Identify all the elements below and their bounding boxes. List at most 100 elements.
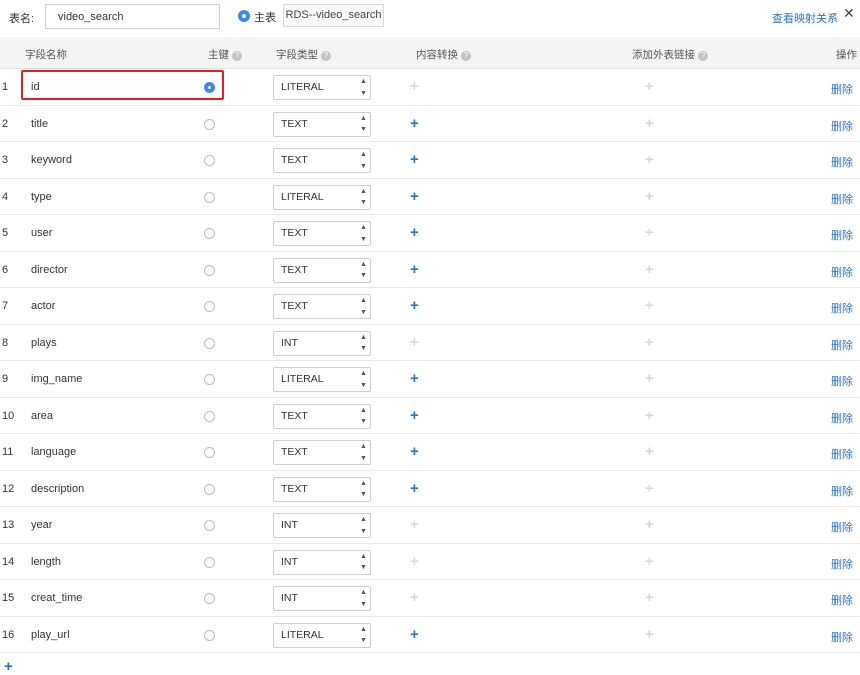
help-icon[interactable]: ? xyxy=(321,51,331,61)
field-type-select[interactable]: TEXT ▲ ▼ xyxy=(273,476,371,502)
help-icon[interactable]: ? xyxy=(461,51,471,61)
close-icon[interactable]: ✕ xyxy=(843,6,855,20)
table-row: 6 director TEXT ▲ ▼ + + 删除 xyxy=(0,252,860,288)
add-conversion-icon[interactable]: + xyxy=(410,444,419,459)
primary-key-radio[interactable] xyxy=(204,556,215,568)
primary-key-radio[interactable] xyxy=(204,155,215,166)
add-conversion-icon[interactable]: + xyxy=(410,627,419,642)
add-conversion-icon[interactable]: + xyxy=(410,189,419,204)
add-conversion-icon[interactable]: + xyxy=(410,116,419,131)
field-name[interactable]: description xyxy=(31,483,84,495)
add-conversion-icon[interactable]: + xyxy=(410,298,419,313)
field-type-select[interactable]: TEXT ▲ ▼ xyxy=(273,257,371,283)
field-name[interactable]: keyword xyxy=(31,154,72,166)
primary-key-radio[interactable] xyxy=(204,301,215,312)
table-name-input[interactable] xyxy=(45,4,220,29)
delete-button[interactable]: 删除 xyxy=(831,264,853,280)
help-icon[interactable]: ? xyxy=(698,51,708,61)
help-icon[interactable]: ? xyxy=(232,51,242,61)
row-index: 5 xyxy=(2,227,9,239)
field-name[interactable]: actor xyxy=(31,300,55,312)
field-name[interactable]: user xyxy=(31,227,52,239)
rds-source-button[interactable]: RDS--video_search xyxy=(283,4,384,27)
field-type-select[interactable]: TEXT ▲ ▼ xyxy=(273,221,371,246)
primary-key-radio[interactable] xyxy=(204,483,215,495)
row-index: 10 xyxy=(2,409,15,422)
primary-key-radio[interactable] xyxy=(204,264,215,276)
delete-button[interactable]: 删除 xyxy=(831,519,853,535)
delete-button[interactable]: 删除 xyxy=(831,337,853,353)
field-type-select[interactable]: TEXT ▲ ▼ xyxy=(273,403,371,429)
field-name[interactable]: year xyxy=(31,519,52,531)
field-type-select[interactable]: TEXT ▲ ▼ xyxy=(273,148,371,173)
field-type-select[interactable]: INT ▲ ▼ xyxy=(273,549,371,575)
field-type-select[interactable]: INT ▲ ▼ xyxy=(273,586,371,611)
chevron-down-icon[interactable]: ⌄ xyxy=(831,8,839,19)
col-header-fk: 添加外表链接? xyxy=(632,47,708,62)
select-arrows-icon: ▲ ▼ xyxy=(360,552,367,572)
row-index: 13 xyxy=(2,519,15,531)
add-conversion-icon[interactable]: + xyxy=(410,481,419,496)
add-conversion-icon[interactable]: + xyxy=(410,408,419,423)
primary-key-radio[interactable] xyxy=(204,228,215,239)
field-name[interactable]: creat_time xyxy=(31,592,82,604)
primary-key-radio[interactable] xyxy=(204,118,215,130)
add-foreign-link-icon: + xyxy=(645,370,654,387)
field-type-select[interactable]: INT ▲ ▼ xyxy=(273,513,371,538)
delete-button[interactable]: 删除 xyxy=(831,81,853,97)
primary-key-radio[interactable] xyxy=(204,593,215,604)
col-header-conversion: 内容转换? xyxy=(416,47,471,62)
add-field-icon[interactable]: + xyxy=(4,659,13,674)
select-arrows-icon: ▲ ▼ xyxy=(360,78,367,97)
add-conversion-icon[interactable]: + xyxy=(410,371,419,386)
add-foreign-link-icon: + xyxy=(645,625,654,643)
field-name[interactable]: img_name xyxy=(31,373,82,385)
table-row: 3 keyword TEXT ▲ ▼ + + 删除 xyxy=(0,142,860,179)
add-conversion-icon[interactable]: + xyxy=(410,152,419,167)
add-conversion-icon[interactable]: + xyxy=(410,225,419,240)
field-type-select[interactable]: INT ▲ ▼ xyxy=(273,330,371,356)
primary-key-radio[interactable] xyxy=(204,374,215,385)
field-name[interactable]: length xyxy=(31,556,61,568)
delete-button[interactable]: 删除 xyxy=(831,118,853,134)
delete-button[interactable]: 删除 xyxy=(831,154,853,170)
field-type-value: INT xyxy=(281,592,298,604)
delete-button[interactable]: 删除 xyxy=(831,227,853,243)
field-type-value: TEXT xyxy=(281,154,308,166)
delete-button[interactable]: 删除 xyxy=(831,373,853,389)
field-type-select[interactable]: LITERAL ▲ ▼ xyxy=(273,367,371,392)
field-name[interactable]: area xyxy=(31,410,53,422)
delete-button[interactable]: 删除 xyxy=(831,191,853,207)
primary-key-radio[interactable] xyxy=(204,337,215,349)
add-foreign-link-icon: + xyxy=(645,187,654,205)
delete-button[interactable]: 删除 xyxy=(831,592,853,608)
delete-button[interactable]: 删除 xyxy=(831,410,853,426)
delete-button[interactable]: 删除 xyxy=(831,300,853,316)
primary-key-radio[interactable] xyxy=(204,191,215,203)
field-name[interactable]: director xyxy=(31,264,68,276)
delete-button[interactable]: 删除 xyxy=(831,556,853,572)
field-type-select[interactable]: TEXT ▲ ▼ xyxy=(273,111,371,137)
primary-key-radio[interactable] xyxy=(204,447,215,458)
add-conversion-icon[interactable]: + xyxy=(410,262,419,277)
view-mapping-link[interactable]: 查看映射关系 xyxy=(772,10,838,26)
field-type-select[interactable]: TEXT ▲ ▼ xyxy=(273,440,371,465)
delete-button[interactable]: 删除 xyxy=(831,629,853,645)
field-name[interactable]: plays xyxy=(31,337,57,349)
primary-key-radio[interactable] xyxy=(204,410,215,422)
primary-key-radio[interactable] xyxy=(204,629,215,641)
row-index: 3 xyxy=(2,154,9,166)
delete-button[interactable]: 删除 xyxy=(831,483,853,499)
field-name[interactable]: play_url xyxy=(31,629,70,641)
field-type-select[interactable]: LITERAL ▲ ▼ xyxy=(273,184,371,210)
field-name[interactable]: language xyxy=(31,446,76,458)
field-name[interactable]: type xyxy=(31,191,52,203)
field-name[interactable]: title xyxy=(31,118,48,130)
field-type-select[interactable]: LITERAL ▲ ▼ xyxy=(273,75,371,100)
primary-key-radio[interactable] xyxy=(204,520,215,531)
delete-button[interactable]: 删除 xyxy=(831,446,853,462)
table-row: 16 play_url LITERAL ▲ ▼ + + 删除 xyxy=(0,617,860,653)
field-type-select[interactable]: TEXT ▲ ▼ xyxy=(273,294,371,319)
field-type-select[interactable]: LITERAL ▲ ▼ xyxy=(273,622,371,648)
main-table-radio[interactable] xyxy=(238,10,250,22)
